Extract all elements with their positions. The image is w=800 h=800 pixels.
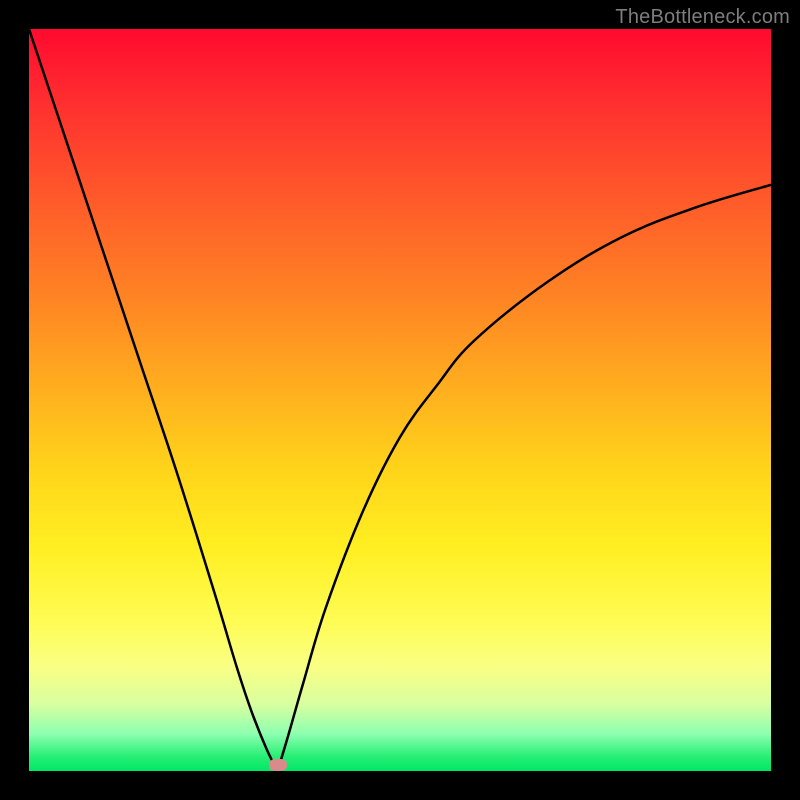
curve-left-branch — [29, 29, 278, 771]
bottleneck-curve — [29, 29, 771, 771]
curve-right-branch — [278, 185, 771, 771]
plot-area — [29, 29, 771, 771]
watermark-text: TheBottleneck.com — [615, 6, 790, 29]
minimum-marker — [269, 759, 287, 771]
chart-frame: TheBottleneck.com — [0, 0, 800, 800]
